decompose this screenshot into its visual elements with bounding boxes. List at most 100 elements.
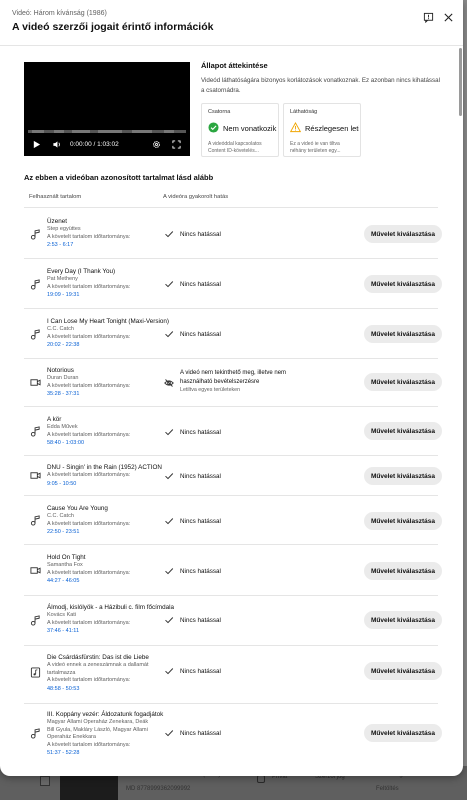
claim-effect-line: használható bevételszerzésre: [180, 378, 260, 385]
visibility-status-card[interactable]: Láthatóság Részlegesen letiltva Ez a vid…: [283, 103, 361, 157]
claim-info: A kör Edda Művek A követelt tartalom idő…: [47, 415, 177, 447]
channel-note: A videóddal kapcsolatos Content ID-követe…: [208, 141, 262, 154]
claim-artist: Edda Művek: [47, 424, 78, 430]
section-title: Az ebben a videóban azonosított tartalma…: [24, 173, 214, 182]
claim-title: I Can Lose My Heart Tonight (Maxi-Versio…: [47, 318, 170, 325]
gear-icon[interactable]: [152, 140, 161, 149]
claim-time-range[interactable]: 2:53 - 6:17: [47, 241, 177, 249]
claim-time-range[interactable]: 37:46 - 41:11: [47, 627, 177, 635]
claim-title: Üzenet: [47, 218, 67, 225]
claim-title: Die Csárdásfürstin: Das ist die Liebe: [47, 654, 149, 661]
warning-icon: [290, 122, 301, 133]
select-action-button[interactable]: Művelet kiválasztása: [364, 422, 442, 440]
close-icon[interactable]: [441, 10, 455, 24]
claim-time-range[interactable]: 51:37 - 52:28: [47, 749, 177, 757]
play-icon[interactable]: [32, 140, 41, 149]
claim-effect: Nincs hatással: [180, 281, 221, 288]
dialog-header: Videó: Három kívánság (1986) A videó sze…: [0, 0, 463, 46]
scrollbar-thumb[interactable]: [459, 48, 462, 116]
claim-effect: Nincs hatással: [180, 231, 221, 238]
claim-row: Üzenet Step együttes A követelt tartalom…: [24, 208, 442, 259]
music-note-icon: [30, 329, 40, 340]
progress-bar[interactable]: [28, 130, 186, 133]
check-icon: [165, 668, 174, 675]
claim-info: Die Csárdásfürstin: Das ist die Liebe A …: [47, 653, 177, 693]
feedback-icon[interactable]: [421, 10, 435, 24]
claim-time-range[interactable]: 48:58 - 50:53: [47, 685, 177, 693]
claim-time-range[interactable]: 44:27 - 46:05: [47, 577, 177, 585]
claim-time-range[interactable]: 9:05 - 10:50: [47, 480, 177, 488]
claim-title: DNU - Singin' in the Rain (1952) ACTION: [47, 464, 162, 471]
claim-info: Üzenet Step együttes A követelt tartalom…: [47, 217, 177, 249]
claim-row: Hold On Tight Samantha Fox A követelt ta…: [24, 545, 442, 596]
visibility-value: Részlegesen letiltva: [305, 124, 359, 133]
select-action-button[interactable]: Művelet kiválasztása: [364, 275, 442, 293]
select-action-button[interactable]: Művelet kiválasztása: [364, 611, 442, 629]
visibility-label: Láthatóság: [290, 109, 318, 115]
claim-effect: Nincs hatással: [180, 730, 221, 737]
claim-range-label: A követelt tartalom időtartománya:: [47, 741, 131, 748]
claim-info: Cause You Are Young C.C. Catch A követel…: [47, 504, 177, 536]
claim-effect-blocked: A videó nem tekinthető meg, illetve nem …: [180, 369, 330, 395]
select-action-button[interactable]: Művelet kiválasztása: [364, 467, 442, 485]
check-icon: [165, 617, 174, 624]
select-action-button[interactable]: Művelet kiválasztása: [364, 662, 442, 680]
scrollbar-track[interactable]: [459, 46, 463, 776]
lock-icon: [257, 775, 265, 783]
check-icon: [165, 730, 174, 737]
video-camera-icon: [30, 567, 41, 574]
claim-effect: Nincs hatással: [180, 473, 221, 480]
claim-row: Every Day (I Thank You) Pat Metheny A kö…: [24, 259, 442, 309]
claim-effect: Nincs hatással: [180, 429, 221, 436]
select-action-button[interactable]: Művelet kiválasztása: [364, 512, 442, 530]
select-action-button[interactable]: Művelet kiválasztása: [364, 373, 442, 391]
claim-effect: Nincs hatással: [180, 331, 221, 338]
select-action-button[interactable]: Művelet kiválasztása: [364, 325, 442, 343]
select-action-button[interactable]: Művelet kiválasztása: [364, 724, 442, 742]
channel-status-card[interactable]: Csatorna Nem vonatkozik A videóddal kapc…: [201, 103, 279, 157]
select-action-button[interactable]: Művelet kiválasztása: [364, 562, 442, 580]
claim-time-range[interactable]: 19:09 - 19:31: [47, 291, 177, 299]
claim-range-label: A követelt tartalom időtartománya:: [47, 382, 131, 389]
claim-range-label: A követelt tartalom időtartománya:: [47, 569, 131, 576]
claim-time-range[interactable]: 35:28 - 37:31: [47, 390, 177, 398]
claim-info: Álmodj, kislólyök - a Házibuli c. film f…: [47, 603, 177, 635]
claim-time-range[interactable]: 58:40 - 1:03:00: [47, 439, 177, 447]
claim-artist: Magyar Állami Operaház Zenekara, Deák: [47, 719, 149, 725]
claim-range-label: A követelt tartalom időtartománya:: [47, 619, 131, 626]
volume-icon[interactable]: [52, 140, 62, 149]
claim-title: A kör: [47, 416, 62, 423]
video-player[interactable]: 0:00:00 / 1:03:02: [24, 62, 190, 156]
row-checkbox: [40, 776, 50, 786]
claim-range-label: A követelt tartalom időtartománya:: [47, 233, 131, 240]
music-note-icon: [30, 426, 40, 437]
claim-range-label: A követelt tartalom időtartománya:: [47, 472, 131, 478]
claim-effect: Nincs hatással: [180, 668, 221, 675]
claim-range-label: A követelt tartalom időtartománya:: [47, 431, 131, 438]
claim-effect: Nincs hatással: [180, 568, 221, 575]
visibility-note: Ez a videó ie van tiltva néhány területen…: [290, 141, 341, 154]
channel-label: Csatorna: [208, 109, 231, 115]
music-note-icon: [30, 615, 40, 626]
claim-title: Notorious: [47, 367, 74, 374]
claim-row: DNU - Singin' in the Rain (1952) ACTION …: [24, 456, 442, 496]
claim-effect: Nincs hatással: [180, 617, 221, 624]
claim-time-range[interactable]: 20:02 - 22:38: [47, 341, 177, 349]
claim-range-label: A követelt tartalom időtartománya:: [47, 520, 131, 527]
channel-value: Nem vonatkozik: [223, 124, 277, 133]
check-icon: [165, 231, 174, 238]
claim-row: Die Csárdásfürstin: Das ist die Liebe A …: [24, 646, 442, 704]
claim-title: Every Day (I Thank You): [47, 268, 116, 275]
claim-detail: tartalmazza: [47, 669, 76, 676]
music-note-icon: [30, 728, 40, 739]
claim-info: Hold On Tight Samantha Fox A követelt ta…: [47, 553, 177, 585]
fullscreen-icon[interactable]: [172, 140, 181, 149]
claim-artist: C.C. Catch: [47, 326, 74, 332]
claim-artist: Operaház Énekkara: [47, 734, 96, 740]
claim-range-label: A követelt tartalom időtartománya:: [47, 677, 131, 683]
select-action-button[interactable]: Művelet kiválasztása: [364, 225, 442, 243]
claim-time-range[interactable]: 22:50 - 23:51: [47, 528, 177, 536]
claim-info: Every Day (I Thank You) Pat Metheny A kö…: [47, 267, 177, 299]
claim-info: Notorious Duran Duran A követelt tartalo…: [47, 366, 177, 398]
check-circle-icon: [208, 122, 219, 133]
